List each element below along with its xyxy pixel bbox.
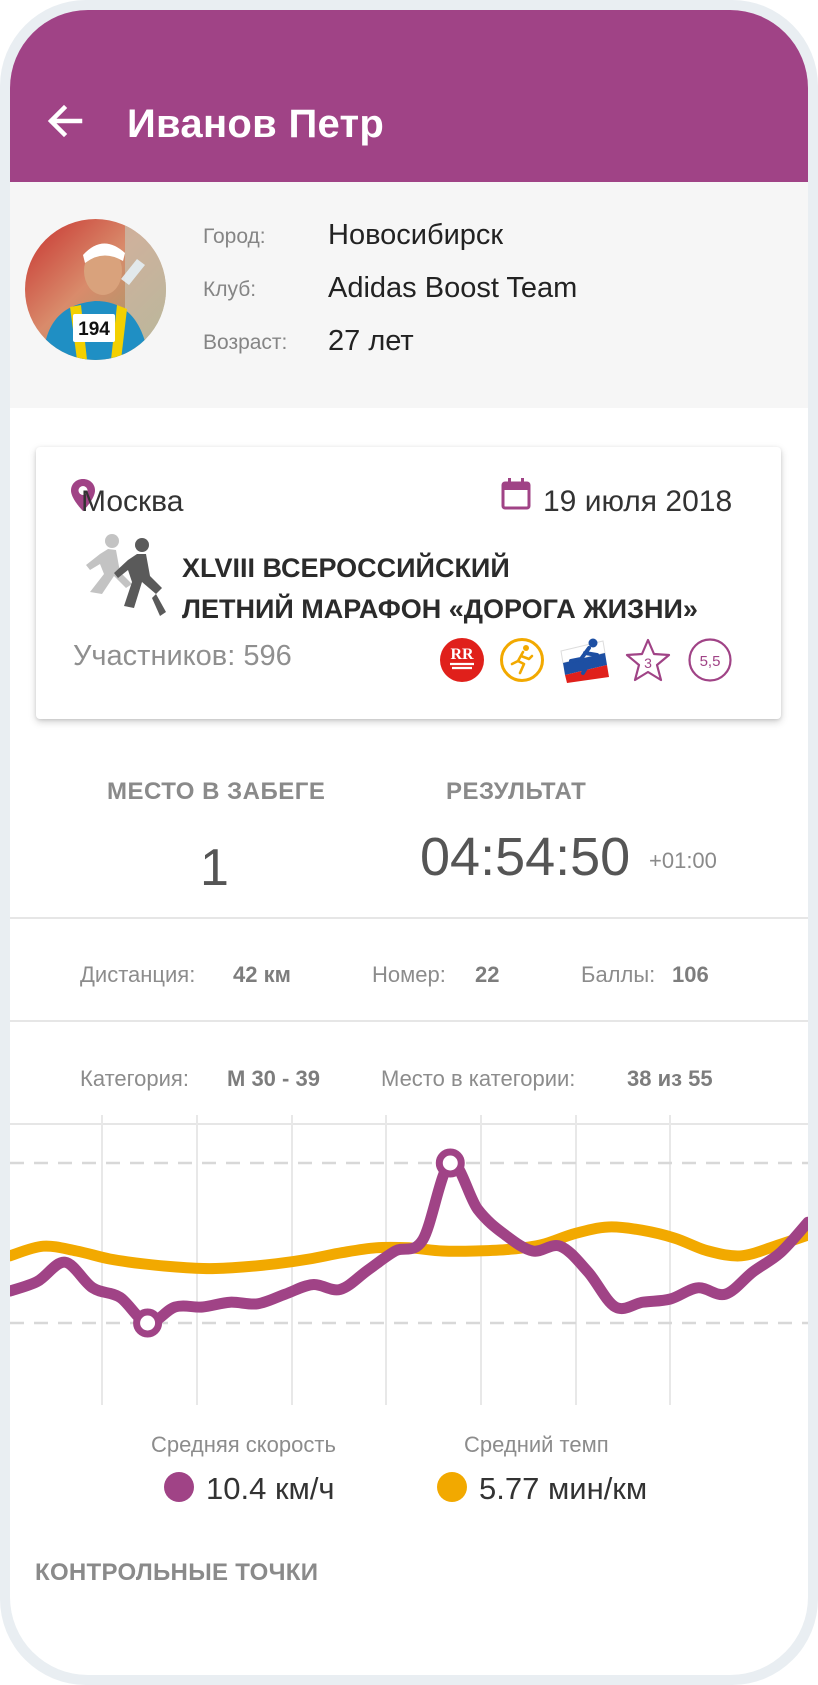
distance-label: Дистанция: [80,962,196,987]
runner-photo: 194 [25,219,166,360]
avatar-bib: 194 [78,319,110,340]
page-title: Иванов Петр [127,102,385,146]
svg-text:5,5: 5,5 [700,653,721,670]
number-value: 22 [475,962,500,987]
legend-pace-value: 5.77 мин/км [479,1471,648,1506]
calendar-icon [501,478,531,510]
chart-point-marker [133,1308,163,1338]
legend-speed-dot [164,1472,194,1502]
points-value: 106 [672,962,709,987]
event-date: 19 июля 2018 [543,485,733,518]
age-label: Возраст: [203,331,288,354]
avatar[interactable]: 194 [25,219,166,360]
age-value: 27 лет [328,325,414,357]
legend-pace-dot [437,1472,467,1502]
place-value: 1 [200,839,229,897]
svg-text:RR: RR [450,646,474,663]
event-city: Москва [81,485,184,518]
city-value: Новосибирск [328,219,504,251]
distance-value: 42 км [233,962,291,987]
rating-circle-icon[interactable]: 5,5 [687,637,733,683]
rr-logo-icon[interactable]: RR [439,637,485,683]
russia-runner-icon[interactable] [559,637,609,683]
runner-circle-icon[interactable] [499,637,545,683]
app-screen: Иванов Петр 194 Город: Новосибирск Клуб:… [10,10,808,1675]
arrow-left-icon [47,104,83,138]
chart-point-marker [435,1148,465,1178]
event-title-line-1: XLVIII ВСЕРОССИЙСКИЙ [182,553,510,583]
star-icon[interactable]: 3 [625,637,671,683]
app-bar: Иванов Петр [10,10,808,182]
event-title[interactable]: XLVIII ВСЕРОССИЙСКИЙ ЛЕТНИЙ МАРАФОН «ДОР… [182,548,762,630]
speed-pace-chart [10,1115,808,1405]
divider [10,917,808,919]
club-value[interactable]: Adidas Boost Team [328,272,577,305]
runners-icon [86,534,166,616]
result-delta: +01:00 [649,848,717,873]
category-place-value: 38 из 55 [627,1066,713,1091]
divider [10,1020,808,1022]
category-label: Категория: [80,1066,189,1091]
legend-speed-label: Средняя скорость [151,1432,336,1457]
place-label: МЕСТО В ЗАБЕГЕ [107,778,326,805]
legend-pace-label: Средний темп [464,1432,609,1457]
result-value: 04:54:50 [420,827,631,887]
profile-section: 194 Город: Новосибирск Клуб: Adidas Boos… [10,182,808,408]
event-title-line-2: ЛЕТНИЙ МАРАФОН «ДОРОГА ЖИЗНИ» [182,594,698,624]
participants-count: Участников: 596 [73,640,292,672]
city-label: Город: [203,225,266,248]
back-button[interactable] [40,98,88,146]
number-label: Номер: [372,962,446,987]
checkpoints-title: КОНТРОЛЬНЫЕ ТОЧКИ [35,1559,319,1586]
club-label: Клуб: [203,278,257,301]
svg-text:3: 3 [644,655,652,671]
result-label: РЕЗУЛЬТАТ [446,778,587,805]
device-frame: Иванов Петр 194 Город: Новосибирск Клуб:… [0,0,818,1685]
category-value: М 30 - 39 [227,1066,320,1091]
category-place-label: Место в категории: [381,1066,576,1091]
legend-speed-value: 10.4 км/ч [206,1471,335,1506]
points-label: Баллы: [581,962,656,987]
